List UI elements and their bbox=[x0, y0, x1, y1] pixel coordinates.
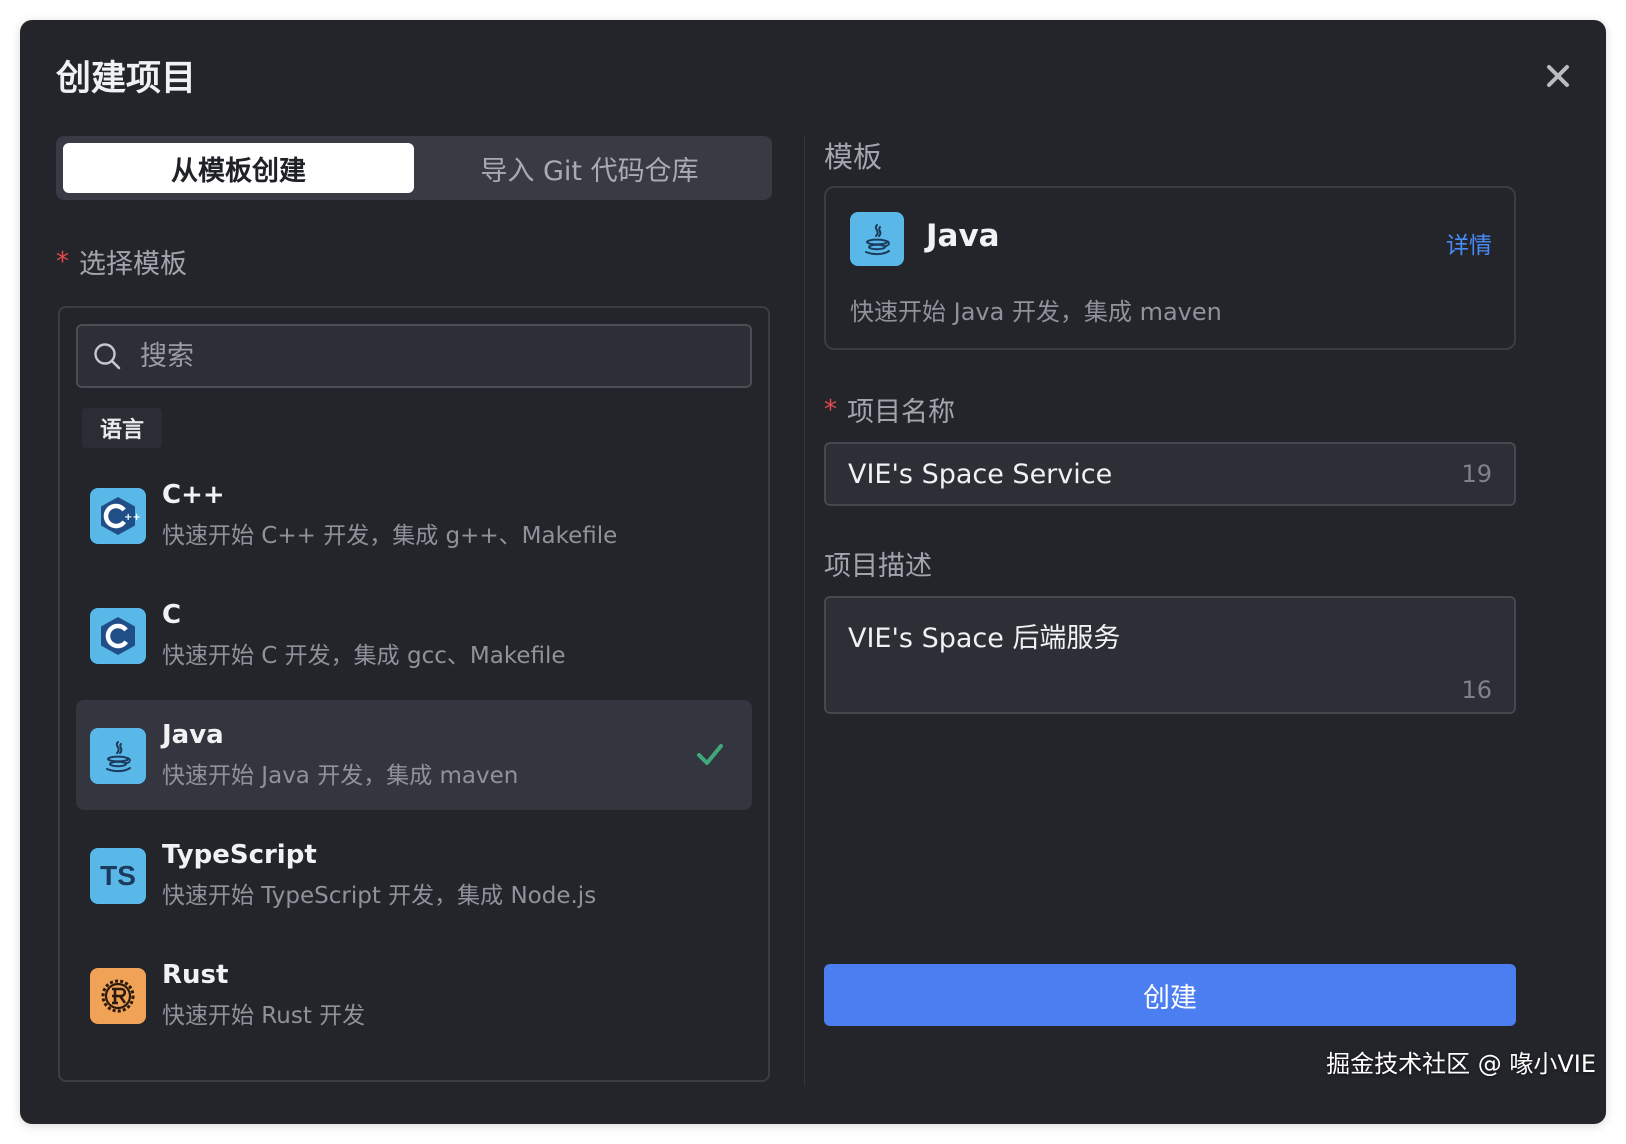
close-icon bbox=[1547, 65, 1569, 87]
group-label-language: 语言 bbox=[82, 408, 163, 448]
project-name-char-count: 19 bbox=[1461, 460, 1492, 488]
template-name: TypeScript bbox=[162, 840, 317, 870]
create-project-dialog: 创建项目 从模板创建 导入 Git 代码仓库 * 选择模板 语言 bbox=[20, 20, 1606, 1124]
java-icon bbox=[90, 728, 146, 784]
template-item-rust[interactable]: Rust 快速开始 Rust 开发 bbox=[76, 940, 752, 1050]
template-item-cpp[interactable]: ++ C++ 快速开始 C++ 开发，集成 g++、Makefile bbox=[76, 460, 752, 570]
tab-import-git[interactable]: 导入 Git 代码仓库 bbox=[414, 143, 765, 193]
typescript-icon: TS bbox=[90, 848, 146, 904]
template-name: C++ bbox=[162, 480, 225, 510]
select-template-label: * 选择模板 bbox=[56, 246, 187, 281]
create-mode-tabs: 从模板创建 导入 Git 代码仓库 bbox=[56, 136, 772, 200]
template-name: Java bbox=[162, 720, 224, 750]
search-icon bbox=[94, 343, 121, 370]
template-desc: 快速开始 C++ 开发，集成 g++、Makefile bbox=[162, 523, 618, 549]
close-button[interactable] bbox=[1544, 62, 1572, 90]
tab-from-template[interactable]: 从模板创建 bbox=[63, 143, 414, 193]
template-item-java[interactable]: Java 快速开始 Java 开发，集成 maven bbox=[76, 700, 752, 810]
template-list: ++ C++ 快速开始 C++ 开发，集成 g++、Makefile C 快速开… bbox=[76, 460, 752, 1060]
template-desc: 快速开始 Rust 开发 bbox=[162, 1003, 366, 1029]
preview-template-desc: 快速开始 Java 开发，集成 maven bbox=[850, 298, 1222, 326]
template-desc: 快速开始 TypeScript 开发，集成 Node.js bbox=[162, 883, 597, 909]
dialog-title: 创建项目 bbox=[56, 59, 197, 99]
preview-template-name: Java bbox=[926, 218, 1000, 254]
c-icon bbox=[90, 608, 146, 664]
search-input[interactable] bbox=[140, 340, 700, 372]
project-desc-label: 项目描述 bbox=[824, 551, 932, 582]
column-divider bbox=[804, 136, 805, 1086]
project-name-label: * 项目名称 bbox=[824, 394, 955, 429]
template-item-typescript[interactable]: TS TypeScript 快速开始 TypeScript 开发，集成 Node… bbox=[76, 820, 752, 930]
template-panel: 语言 ++ C++ 快速开始 C++ 开发，集成 g++、Makefile bbox=[58, 306, 770, 1082]
cpp-icon: ++ bbox=[90, 488, 146, 544]
template-section-label: 模板 bbox=[824, 140, 883, 174]
details-link[interactable]: 详情 bbox=[1446, 226, 1492, 260]
check-icon bbox=[697, 744, 723, 765]
rust-icon bbox=[90, 968, 146, 1024]
watermark: 掘金技术社区 @ 喙小VIE bbox=[1326, 1050, 1596, 1078]
project-desc-input[interactable]: VIE's Space 后端服务 bbox=[848, 616, 1488, 672]
project-desc-field[interactable]: VIE's Space 后端服务 16 bbox=[824, 596, 1516, 714]
project-name-input[interactable] bbox=[848, 458, 1462, 490]
template-item-c[interactable]: C 快速开始 C 开发，集成 gcc、Makefile bbox=[76, 580, 752, 690]
java-icon bbox=[850, 212, 904, 266]
project-name-field[interactable]: 19 bbox=[824, 442, 1516, 506]
project-desc-char-count: 16 bbox=[1461, 676, 1492, 704]
search-box[interactable] bbox=[76, 324, 752, 388]
template-name: Rust bbox=[162, 960, 229, 990]
required-marker: * bbox=[56, 246, 69, 277]
template-preview-card: Java 详情 快速开始 Java 开发，集成 maven bbox=[824, 186, 1516, 350]
template-desc: 快速开始 Java 开发，集成 maven bbox=[162, 763, 519, 789]
svg-text:++: ++ bbox=[124, 512, 140, 523]
template-name: C bbox=[162, 600, 182, 630]
template-desc: 快速开始 C 开发，集成 gcc、Makefile bbox=[162, 643, 566, 669]
required-marker: * bbox=[824, 394, 837, 425]
create-button[interactable]: 创建 bbox=[824, 964, 1516, 1026]
